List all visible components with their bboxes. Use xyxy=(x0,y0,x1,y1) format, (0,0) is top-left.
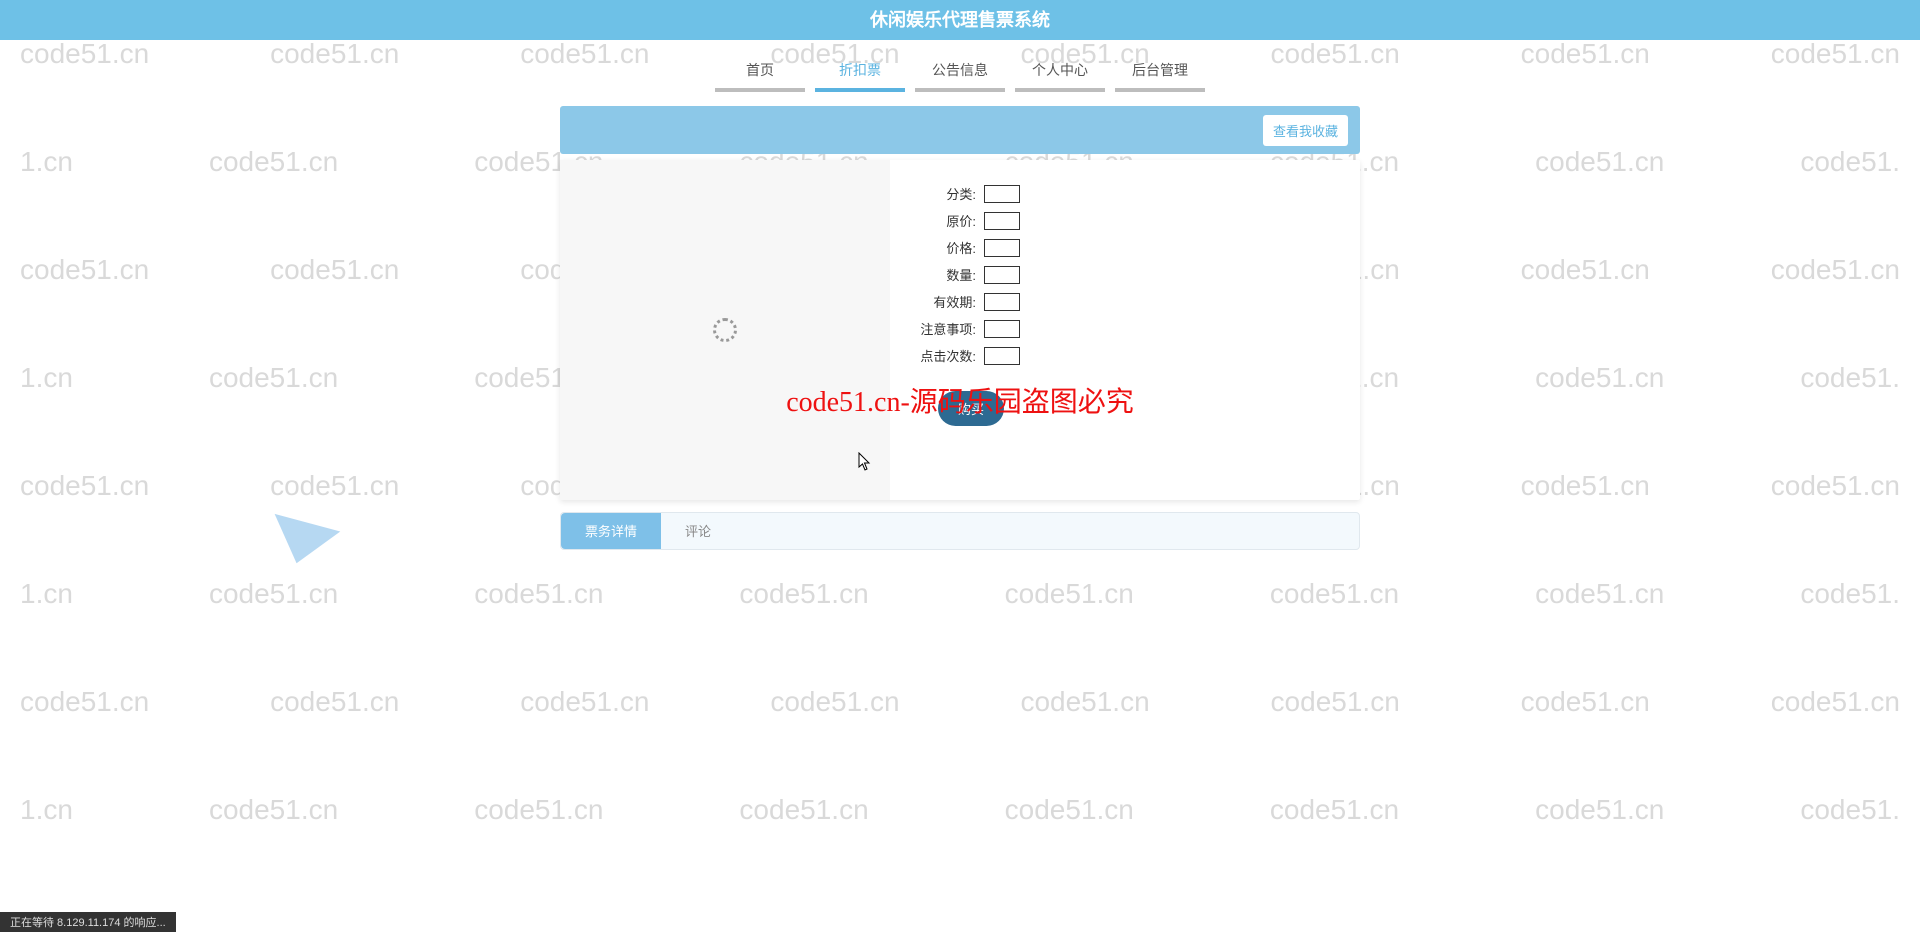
nav-profile[interactable]: 个人中心 xyxy=(1015,54,1105,92)
nav-admin[interactable]: 后台管理 xyxy=(1115,54,1205,92)
main-nav: 首页 折扣票 公告信息 个人中心 后台管理 xyxy=(0,54,1920,92)
nav-discount-tickets[interactable]: 折扣票 xyxy=(815,54,905,92)
field-clicks: 点击次数: xyxy=(914,346,1144,365)
triangle-decoration-icon xyxy=(264,514,341,572)
field-notes: 注意事项: xyxy=(914,319,1144,338)
ticket-image-panel xyxy=(560,160,890,500)
nav-home[interactable]: 首页 xyxy=(715,54,805,92)
field-expiry: 有效期: xyxy=(914,292,1144,311)
browser-status-bar: 正在等待 8.129.11.174 的响应... xyxy=(0,912,176,932)
field-price: 价格: xyxy=(914,238,1144,257)
tab-comments[interactable]: 评论 xyxy=(661,513,735,549)
field-original-price: 原价: xyxy=(914,211,1144,230)
main-container: 查看我收藏 分类: 原价: 价格: 数量: xyxy=(560,106,1360,550)
field-quantity: 数量: xyxy=(914,265,1144,284)
tab-ticket-detail[interactable]: 票务详情 xyxy=(561,513,661,549)
ticket-fields-panel: 分类: 原价: 价格: 数量: 有效期: xyxy=(890,160,1360,500)
field-category: 分类: xyxy=(914,184,1144,203)
detail-tabs: 票务详情 评论 xyxy=(560,512,1360,550)
app-header: 休闲娱乐代理售票系统 xyxy=(0,0,1920,40)
view-favorites-button[interactable]: 查看我收藏 xyxy=(1263,115,1348,146)
nav-announcements[interactable]: 公告信息 xyxy=(915,54,1005,92)
ticket-detail-panel: 分类: 原价: 价格: 数量: 有效期: xyxy=(560,160,1360,500)
buy-button[interactable]: 购买 xyxy=(938,391,1004,426)
card-header: 查看我收藏 xyxy=(560,106,1360,154)
app-title: 休闲娱乐代理售票系统 xyxy=(870,10,1050,30)
loading-spinner-icon xyxy=(713,318,737,342)
